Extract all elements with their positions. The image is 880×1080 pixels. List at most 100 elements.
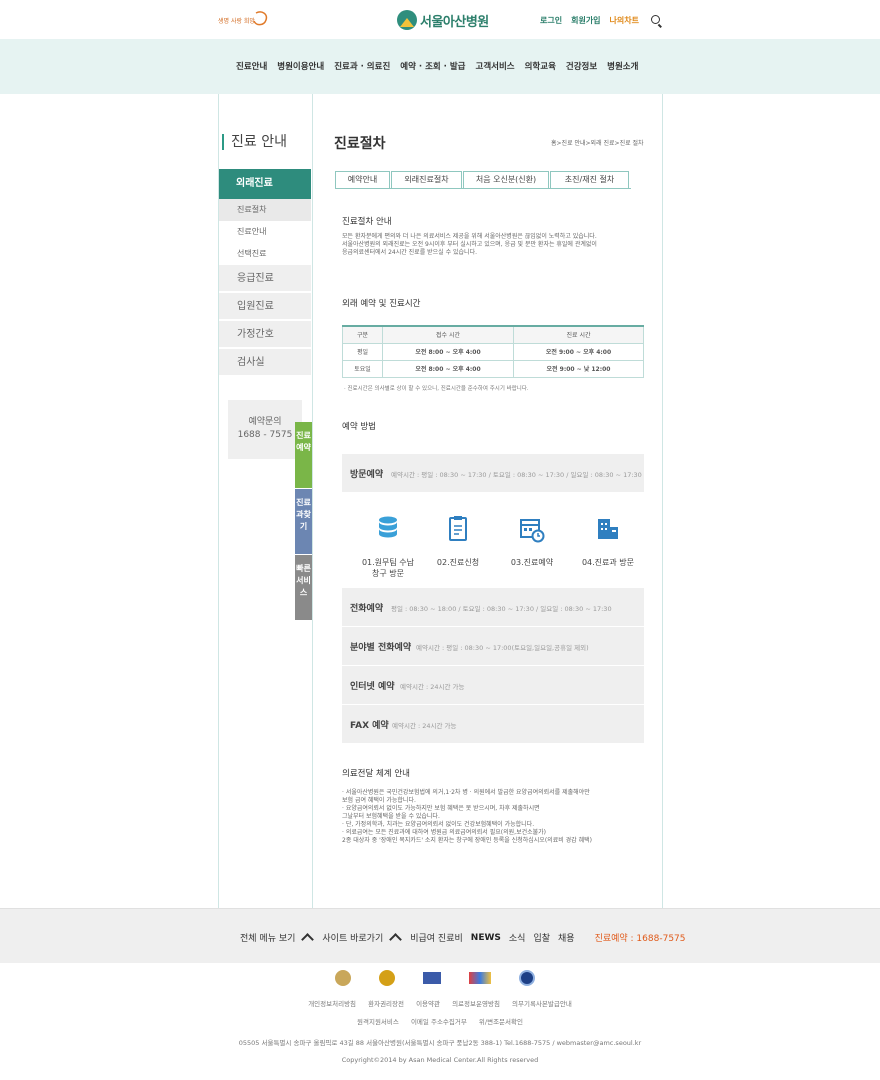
- visit-desc: 예약시간 : 평일 : 08:30 ~ 17:30 / 토요일 : 08:30 …: [391, 471, 642, 479]
- footer-link-medical-info[interactable]: 의료정보운영방침: [452, 1000, 500, 1008]
- quick-tab-fast-service[interactable]: 빠른서비스: [295, 555, 312, 620]
- referral-heading: 의료전달 체계 안내: [342, 769, 410, 779]
- gnb-item-education[interactable]: 의학교육: [525, 60, 556, 72]
- phone-title: 전화예약: [350, 604, 384, 614]
- footer-all-menu[interactable]: 전체 메뉴 보기: [240, 931, 295, 944]
- gnb-item-health-info[interactable]: 건강정보: [566, 60, 597, 72]
- footer-site-shortcut[interactable]: 사이트 바로가기: [322, 931, 383, 944]
- chevron-up-icon[interactable]: [389, 933, 403, 946]
- footer-links-row-2: 원격지원서비스 이메일 주소수집거부 위/변조문서확인: [0, 1016, 880, 1026]
- footer-news[interactable]: NEWS: [471, 933, 501, 943]
- gnb-menu: 진료안내 병원이용안내 진료과 · 의료진 예약 · 조회 · 발급 고객서비스…: [236, 60, 638, 72]
- step-label: 03.진료예약: [510, 558, 554, 567]
- global-navigation: 진료안내 병원이용안내 진료과 · 의료진 예약 · 조회 · 발급 고객서비스…: [0, 39, 880, 94]
- phone-desc: 평일 : 08:30 ~ 18:00 / 토요일 : 08:30 ~ 17:30…: [391, 605, 612, 613]
- table-cell: 오전 9:00 ~ 오후 4:00: [513, 342, 644, 361]
- mychart-link[interactable]: 나의차트: [610, 15, 639, 26]
- join-link[interactable]: 회원가입: [571, 15, 600, 26]
- step-reserve: 03.진료예약: [497, 515, 567, 568]
- table-cell: 평일: [342, 342, 383, 361]
- gnb-item-about[interactable]: 병원소개: [607, 60, 638, 72]
- gnb-item-hospital-use[interactable]: 병원이용안내: [277, 60, 324, 72]
- footer-link-privacy[interactable]: 개인정보처리방침: [308, 1000, 356, 1008]
- column-header: 진료 시간: [513, 325, 644, 344]
- footer-link-terms[interactable]: 이용약관: [416, 1000, 440, 1008]
- guide-heading: 진료절차 안내: [342, 217, 392, 227]
- guide-line: 모든 환자분에게 편의와 더 나은 의료서비스 제공을 위해 서울아산병원은 끊…: [342, 233, 597, 240]
- contact-label: 예약문의: [248, 417, 282, 427]
- column-header: 접수 시간: [382, 325, 514, 344]
- referral-line: · 단, 가정의학과, 치과는 요양급여의뢰서 없이도 건강보험혜택이 가능합니…: [342, 821, 535, 828]
- visit-title: 방문예약: [350, 470, 384, 480]
- hours-table: 구분 접수 시간 진료 시간 평일 오전 8:00 ~ 오후 4:00 오전 9…: [342, 325, 644, 378]
- tab-underline: [335, 188, 631, 189]
- footer-link-remote[interactable]: 원격지원서비스: [357, 1018, 399, 1026]
- cert-badge-icon[interactable]: [423, 972, 441, 984]
- lnb-sub-procedure[interactable]: 진료절차: [219, 199, 311, 221]
- slogan-logo: 생명 사랑 희망: [218, 11, 268, 26]
- lnb-item-emergency[interactable]: 응급진료: [219, 265, 311, 292]
- hospital-logo[interactable]: 서울아산병원: [397, 8, 489, 32]
- login-link[interactable]: 로그인: [540, 15, 562, 26]
- quick-tab-reservation[interactable]: 진료예약: [295, 422, 312, 488]
- referral-line: 2종 대상자 중 '장애인 복지카드' 소지 환자는 창구에 장애인 등록을 신…: [342, 837, 592, 844]
- tab-first-return[interactable]: 초진/재진 절차: [550, 171, 629, 189]
- footer-bid[interactable]: 입찰: [533, 931, 550, 944]
- footer-link-records[interactable]: 의무기록사본발급안내: [512, 1000, 572, 1008]
- hours-note: · 진료시간은 의사별로 상이 할 수 있으니, 진료시간을 준수하여 주시기 …: [344, 386, 529, 392]
- building-icon: [598, 519, 618, 539]
- logo-mark-icon: [397, 10, 417, 30]
- cert-badge-icon[interactable]: [469, 972, 491, 984]
- footer-address: 05505 서울특별시 송파구 올림픽로 43길 88 서울아산병원(서울특별시…: [238, 1039, 642, 1047]
- table-row: 토요일 오전 8:00 ~ 오후 4:00 오전 9:00 ~ 낮 12:00: [342, 359, 644, 378]
- dept-phone-desc: 예약시간 : 평일 : 08:30 ~ 17:00(토요일,일요일,공휴일 제외…: [416, 644, 589, 652]
- gnb-item-care-guide[interactable]: 진료안내: [236, 60, 267, 72]
- lnb-sub-guide[interactable]: 진료안내: [219, 221, 311, 243]
- footer-notice[interactable]: 소식: [509, 931, 526, 944]
- footer-nonbenefit-cost[interactable]: 비급여 진료비: [410, 931, 463, 944]
- chevron-up-icon[interactable]: [301, 933, 315, 946]
- footer-tel: 진료예약 : 1688-7575: [594, 934, 686, 944]
- lnb-item-inpatient[interactable]: 입원진료: [219, 293, 311, 320]
- clipboard-icon: [449, 516, 467, 541]
- footer-link-email-refuse[interactable]: 이메일 주소수집거부: [411, 1018, 467, 1026]
- internet-title: 인터넷 예약: [350, 682, 395, 692]
- tab-reservation-guide[interactable]: 예약안내: [335, 171, 390, 189]
- footer-link-patient-rights[interactable]: 환자권리장전: [368, 1000, 404, 1008]
- breadcrumb: 홈>진료 안내>외래 진료>진료 절차: [551, 140, 644, 147]
- step-label: 02.진료신청: [436, 558, 480, 567]
- footer-recruit[interactable]: 채용: [558, 931, 575, 944]
- table-cell: 토요일: [342, 359, 383, 378]
- page-title: 진료절차: [334, 136, 386, 152]
- lnb-sub-selective[interactable]: 선택진료: [219, 243, 311, 265]
- gnb-item-customer[interactable]: 고객서비스: [476, 60, 515, 72]
- cert-badge-icon[interactable]: [519, 970, 535, 986]
- search-icon[interactable]: [651, 15, 660, 24]
- guide-text: 모든 환자분에게 편의와 더 나은 의료서비스 제공을 위해 서울아산병원은 끊…: [342, 233, 597, 257]
- gnb-item-departments[interactable]: 진료과 · 의료진: [334, 60, 390, 72]
- tab-outpatient-procedure[interactable]: 외래진료절차: [391, 171, 462, 189]
- lnb-item-outpatient[interactable]: 외래진료: [219, 169, 311, 199]
- internet-desc: 예약시간 : 24시간 가능: [400, 683, 465, 691]
- gnb-item-reservation[interactable]: 예약 · 조회 · 발급: [400, 60, 465, 72]
- footer-copyright: Copyright©2014 by Asan Medical Center.Al…: [341, 1056, 539, 1064]
- logo-text: 서울아산병원: [420, 14, 489, 30]
- database-icon: [379, 516, 397, 538]
- cert-badge-icon[interactable]: [379, 970, 395, 986]
- quick-tab-find-dept[interactable]: 진료과찾기: [295, 489, 312, 554]
- referral-line: · 요양급여의뢰서 없이도 가능하지만 보험 혜택은 못 받으시며, 차후 제출…: [342, 805, 540, 812]
- referral-line: · 의료급여는 모든 진료과에 대하여 병원급 의료급여의뢰서 필요(의원,보건…: [342, 829, 547, 836]
- svg-text:생명 사랑 희망: 생명 사랑 희망: [218, 17, 255, 25]
- column-header: 구분: [342, 325, 383, 344]
- cert-badge-icon[interactable]: [335, 970, 351, 986]
- lnb-item-homecare[interactable]: 가정간호: [219, 321, 311, 348]
- tab-new-patient[interactable]: 처음 오신분(신환): [463, 171, 549, 189]
- internet-reservation-box: 인터넷 예약 예약시간 : 24시간 가능: [342, 666, 644, 705]
- lnb-item-lab[interactable]: 검사실: [219, 349, 311, 376]
- footer-link-doc-verify[interactable]: 위/변조문서확인: [479, 1018, 523, 1026]
- calendar-icon: [520, 519, 545, 543]
- referral-line: 그날부터 보험혜택을 받을 수 있습니다.: [342, 813, 440, 820]
- step-visit-dept: 04.진료과 방문: [573, 515, 643, 568]
- table-cell: 오전 9:00 ~ 낮 12:00: [513, 359, 644, 378]
- footer-menu: 전체 메뉴 보기 사이트 바로가기 비급여 진료비 NEWS 소식 입찰 채용 …: [240, 931, 686, 946]
